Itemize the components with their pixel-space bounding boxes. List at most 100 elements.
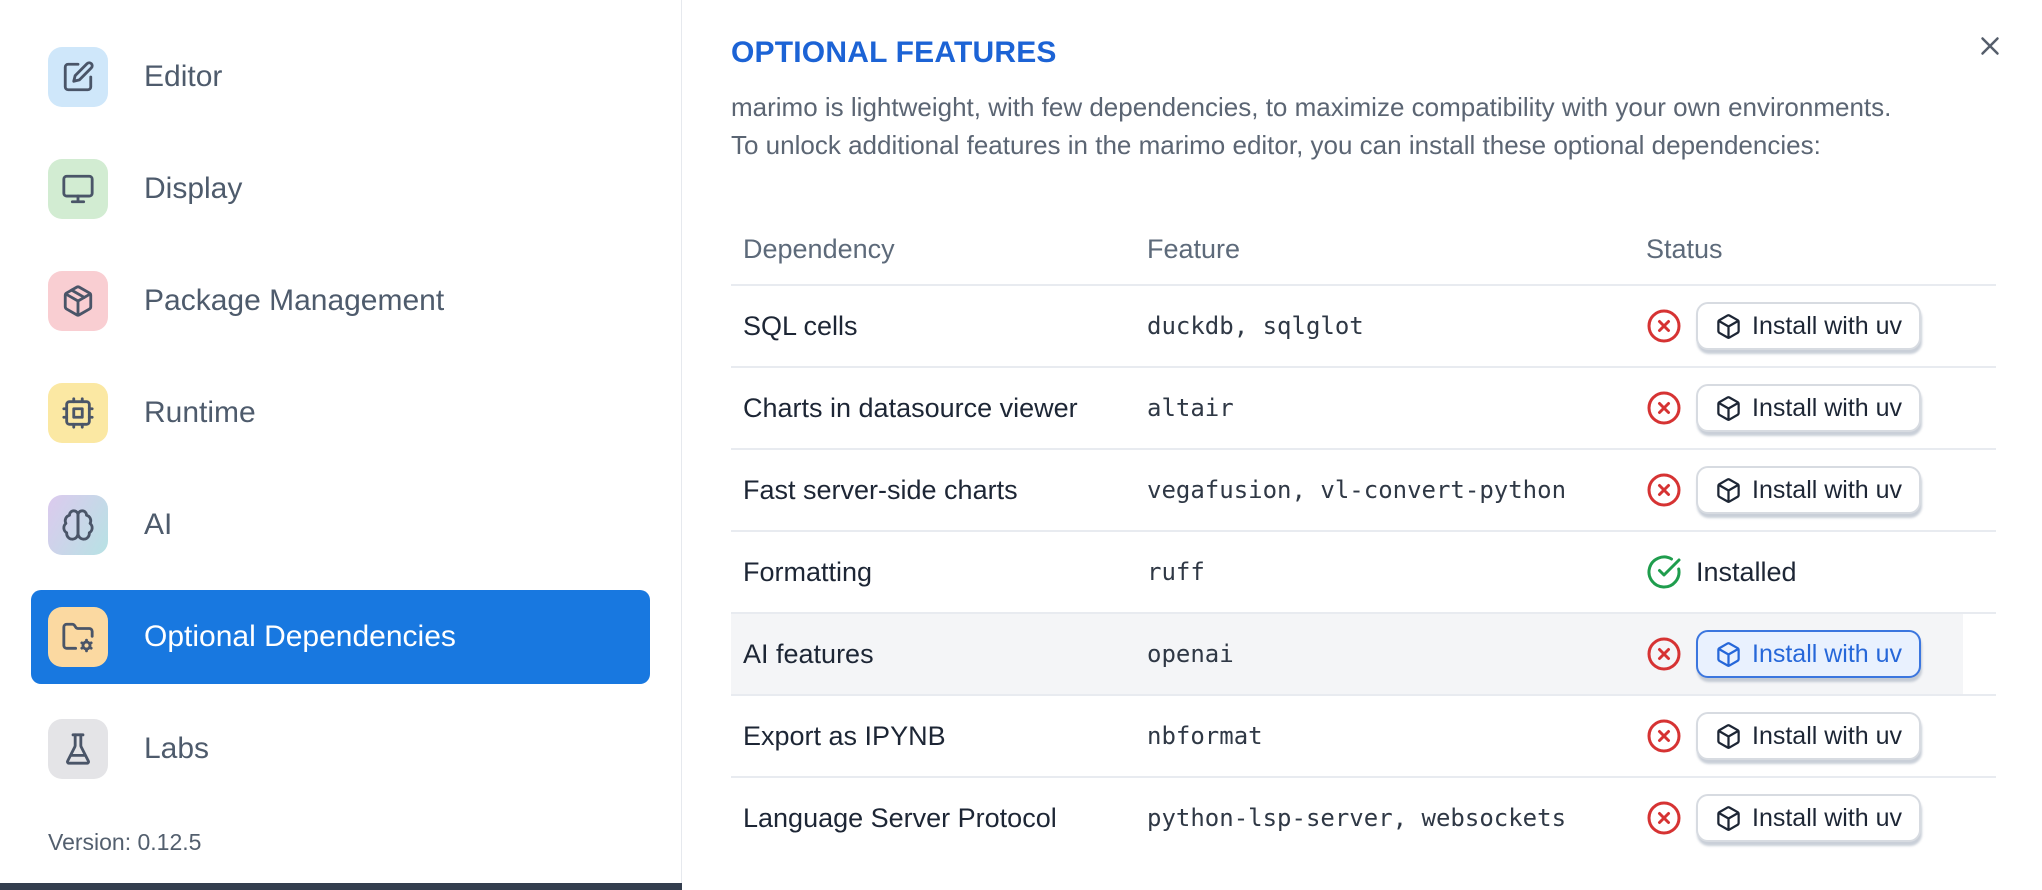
- install-button-label: Install with uv: [1752, 803, 1903, 832]
- sidebar-item-labs[interactable]: Labs: [31, 702, 650, 796]
- sidebar-item-optional-dependencies[interactable]: Optional Dependencies: [31, 590, 650, 684]
- flask-icon: [48, 719, 108, 779]
- feature-cell: altair: [1147, 394, 1234, 422]
- sidebar-item-label: AI: [144, 508, 173, 541]
- sidebar-item-editor[interactable]: Editor: [31, 30, 650, 124]
- feature-cell: ruff: [1147, 558, 1205, 586]
- table-row: Language Server Protocol python-lsp-serve…: [731, 776, 1996, 858]
- brain-icon: [48, 495, 108, 555]
- sidebar-item-runtime[interactable]: Runtime: [31, 366, 650, 460]
- monitor-icon: [48, 159, 108, 219]
- install-button-label: Install with uv: [1752, 393, 1903, 422]
- panel-description: marimo is lightweight, with few dependen…: [731, 88, 2021, 164]
- box-icon: [1717, 641, 1740, 667]
- status-cell: Install with uv: [1634, 794, 1996, 842]
- circle-check-icon: [1646, 554, 1682, 590]
- square-pen-icon: [48, 47, 108, 107]
- dependency-table: Dependency Feature Status SQL cells duckd…: [731, 214, 1996, 858]
- circle-x-icon: [1647, 637, 1681, 671]
- optional-features-panel: OPTIONAL FEATURES marimo is lightweight,…: [683, 0, 2042, 890]
- sidebar-item-ai[interactable]: AI: [31, 478, 650, 572]
- sidebar-item-display[interactable]: Display: [31, 142, 650, 236]
- square-pen-icon: [63, 61, 94, 92]
- install-with-uv-button[interactable]: Install with uv: [1696, 466, 1922, 514]
- sidebar-item-label: Labs: [144, 732, 210, 765]
- status-cell: Install with uv: [1634, 384, 1996, 432]
- status-cell: Install with uv: [1634, 630, 1996, 678]
- circle-x-icon: [1646, 636, 1682, 672]
- install-button-label: Install with uv: [1752, 721, 1903, 750]
- monitor-icon: [62, 174, 94, 204]
- cpu-icon: [62, 397, 94, 429]
- circle-x-icon: [1647, 473, 1681, 507]
- column-header-status: Status: [1646, 233, 1723, 264]
- table-row: Export as IPYNB nbformat Install with uv: [731, 694, 1996, 776]
- circle-x-icon: [1647, 801, 1681, 835]
- status-cell: Installed: [1634, 554, 1996, 590]
- dependency-cell: Fast server-side charts: [743, 474, 1018, 505]
- table-body: SQL cells duckdb, sqlglot Install with uv C…: [731, 284, 1996, 858]
- install-button-label: Install with uv: [1752, 475, 1903, 504]
- status-cell: Install with uv: [1634, 466, 1996, 514]
- install-button-label: Install with uv: [1752, 639, 1903, 668]
- table-row: Fast server-side charts vegafusion, vl-co…: [731, 448, 1996, 530]
- sidebar-item-label: Package Management: [144, 284, 445, 317]
- flask-icon: [66, 733, 90, 765]
- circle-x-icon: [1646, 390, 1682, 426]
- circle-x-icon: [1647, 719, 1681, 753]
- status-cell: Install with uv: [1634, 712, 1996, 760]
- dependency-cell: AI features: [743, 638, 874, 669]
- sidebar-item-label: Runtime: [144, 396, 256, 429]
- install-with-uv-button[interactable]: Install with uv: [1696, 630, 1922, 678]
- sidebar-nav: Editor Display Package Management Runtime AI…: [0, 30, 681, 796]
- circle-x-icon: [1647, 309, 1681, 343]
- package-icon: [48, 271, 108, 331]
- install-button-label: Install with uv: [1752, 311, 1903, 340]
- circle-x-icon: [1647, 391, 1681, 425]
- circle-x-icon: [1646, 472, 1682, 508]
- sidebar-item-label: Editor: [144, 60, 223, 93]
- folder-cog-icon: [48, 607, 108, 667]
- dependency-cell: Formatting: [743, 556, 873, 587]
- table-header: Dependency Feature Status: [731, 214, 1996, 284]
- box-icon: [1717, 313, 1740, 339]
- box-icon: [1717, 477, 1740, 503]
- description-line: To unlock additional features in the mar…: [731, 130, 1821, 160]
- dependency-cell: Export as IPYNB: [743, 720, 946, 751]
- box-icon: [1717, 723, 1740, 749]
- description-line: marimo is lightweight, with few dependen…: [731, 92, 1892, 122]
- column-header-dependency: Dependency: [743, 233, 895, 264]
- table-row: SQL cells duckdb, sqlglot Install with uv: [731, 284, 1996, 366]
- dependency-cell: SQL cells: [743, 310, 858, 341]
- circle-x-icon: [1646, 800, 1682, 836]
- sidebar-item-label: Optional Dependencies: [144, 620, 456, 653]
- sidebar-item-label: Display: [144, 172, 243, 205]
- status-cell: Install with uv: [1634, 302, 1996, 350]
- version-label: Version: 0.12.5: [48, 829, 202, 855]
- table-row: Charts in datasource viewer altair Install…: [731, 366, 1996, 448]
- settings-sidebar: Editor Display Package Management Runtime AI…: [0, 0, 682, 890]
- sidebar-item-package-management[interactable]: Package Management: [31, 254, 650, 348]
- circle-x-icon: [1646, 308, 1682, 344]
- install-with-uv-button[interactable]: Install with uv: [1696, 712, 1922, 760]
- dependency-cell: Language Server Protocol: [743, 802, 1057, 833]
- feature-cell: nbformat: [1147, 722, 1263, 750]
- box-icon: [1717, 395, 1740, 421]
- settings-dialog: Editor Display Package Management Runtime AI…: [0, 0, 2042, 890]
- folder-cog-icon: [62, 622, 94, 653]
- feature-cell: openai: [1147, 640, 1234, 668]
- install-with-uv-button[interactable]: Install with uv: [1696, 384, 1922, 432]
- feature-cell: vegafusion, vl-convert-python: [1147, 476, 1567, 504]
- page-title: OPTIONAL FEATURES: [731, 36, 1057, 69]
- box-icon: [1717, 805, 1740, 831]
- column-header-feature: Feature: [1147, 233, 1241, 264]
- background-app-strip: [0, 883, 682, 890]
- feature-cell: duckdb, sqlglot: [1147, 312, 1364, 340]
- brain-icon: [62, 509, 94, 541]
- close-icon[interactable]: [1968, 24, 2012, 68]
- feature-cell: python-lsp-server, websockets: [1147, 804, 1567, 832]
- install-with-uv-button[interactable]: Install with uv: [1696, 302, 1922, 350]
- dependency-cell: Charts in datasource viewer: [743, 392, 1078, 423]
- install-with-uv-button[interactable]: Install with uv: [1696, 794, 1922, 842]
- circle-x-icon: [1646, 718, 1682, 754]
